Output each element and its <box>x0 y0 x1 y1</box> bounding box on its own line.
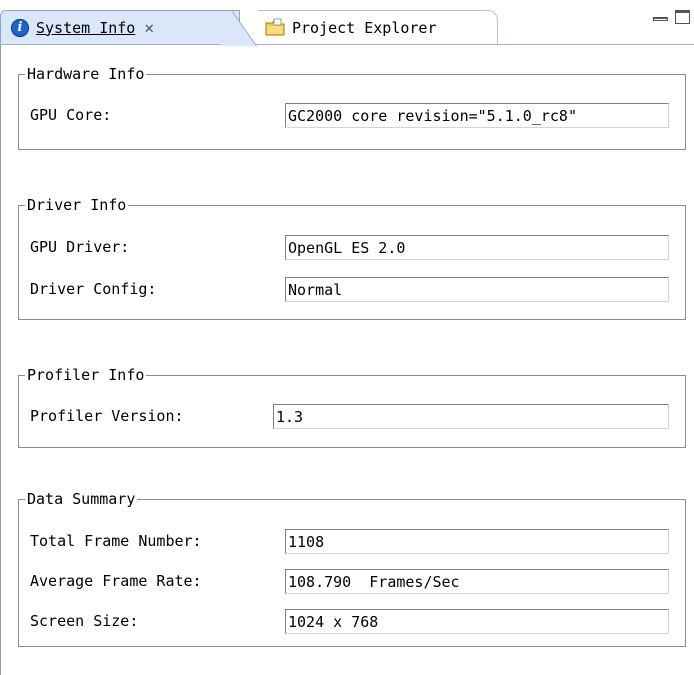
folder-icon <box>264 18 286 38</box>
tab-project-explorer[interactable]: Project Explorer <box>258 10 498 44</box>
profiler-version-label: Profiler Version: <box>30 407 184 425</box>
total-frames-field[interactable]: 1108 <box>285 529 669 554</box>
tab-system-info-label: System Info <box>36 18 136 37</box>
driver-config-row: Driver Config: <box>30 277 156 301</box>
screen-size-field[interactable]: 1024 x 768 <box>285 609 669 634</box>
profiler-version-field[interactable]: 1.3 <box>273 404 669 429</box>
gpu-driver-row: GPU Driver: <box>30 235 129 259</box>
data-summary-group: Data Summary Total Frame Number: 1108 Av… <box>18 491 686 647</box>
gpu-core-row: GPU Core: <box>30 103 111 127</box>
screen-size-label: Screen Size: <box>30 612 139 630</box>
avg-rate-row: Average Frame Rate: <box>30 569 202 593</box>
data-summary-legend: Data Summary <box>27 490 136 508</box>
total-frames-row: Total Frame Number: <box>30 529 202 553</box>
info-icon: i <box>11 18 29 37</box>
total-frames-label: Total Frame Number: <box>30 532 202 550</box>
profiler-info-group: Profiler Info Profiler Version: 1.3 <box>18 367 686 448</box>
minimize-icon[interactable] <box>653 17 668 21</box>
gpu-driver-label: GPU Driver: <box>30 238 130 256</box>
driver-config-label: Driver Config: <box>30 280 157 298</box>
gpu-core-field[interactable]: GC2000 core revision="5.1.0_rc8" <box>285 103 669 128</box>
hardware-info-group: Hardware Info GPU Core: GC2000 core revi… <box>18 66 686 150</box>
hardware-info-legend: Hardware Info <box>27 65 145 83</box>
driver-info-legend: Driver Info <box>27 196 127 214</box>
maximize-icon[interactable] <box>675 10 690 24</box>
tab-project-explorer-label: Project Explorer <box>292 18 437 37</box>
avg-rate-field[interactable]: 108.790 Frames/Sec <box>285 569 669 594</box>
tab-system-info[interactable]: i System Info ✕ <box>0 10 240 44</box>
driver-config-field[interactable]: Normal <box>285 277 669 302</box>
system-info-panel: Hardware Info GPU Core: GC2000 core revi… <box>0 45 694 675</box>
profiler-version-row: Profiler Version: <box>30 404 184 428</box>
gpu-driver-field[interactable]: OpenGL ES 2.0 <box>285 235 669 260</box>
view-tab-bar: i System Info ✕ Project Explorer <box>0 0 694 45</box>
driver-info-group: Driver Info GPU Driver: OpenGL ES 2.0 Dr… <box>18 197 686 320</box>
close-icon[interactable]: ✕ <box>144 18 154 37</box>
gpu-core-label: GPU Core: <box>30 106 112 124</box>
screen-size-row: Screen Size: <box>30 609 138 633</box>
profiler-info-legend: Profiler Info <box>27 366 145 384</box>
avg-rate-label: Average Frame Rate: <box>30 572 202 590</box>
